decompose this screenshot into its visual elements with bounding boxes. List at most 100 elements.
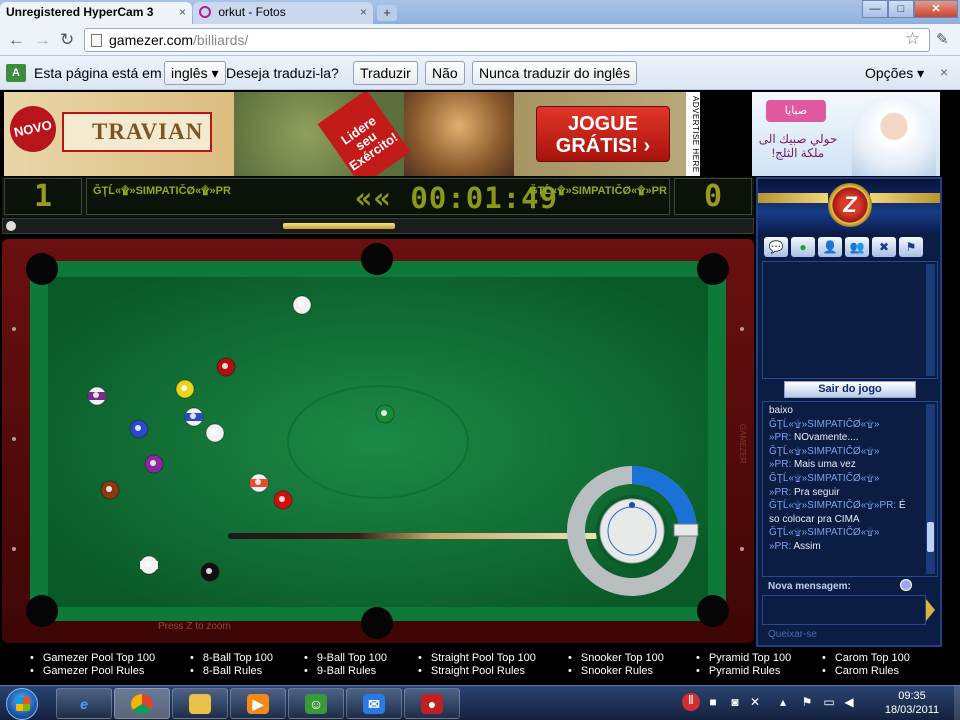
billiards-table[interactable]: GAMEZER Press Z to zoom xyxy=(2,239,754,643)
translate-button[interactable]: Traduzir xyxy=(353,61,418,85)
tools-icon[interactable]: ✖ xyxy=(872,237,896,257)
tab-close-icon[interactable]: × xyxy=(179,5,186,19)
rules-link[interactable]: Gamezer Pool Rules xyxy=(30,665,155,678)
chat-text: Assim xyxy=(793,540,821,552)
rules-link[interactable]: 9-Ball Rules xyxy=(304,665,387,678)
rules-link[interactable]: Carom Rules xyxy=(822,665,910,678)
tab-hypercam[interactable]: Unregistered HyperCam 3 × xyxy=(0,2,192,24)
chat-scroll-thumb[interactable] xyxy=(927,522,934,552)
hypercam-icon[interactable]: ● xyxy=(404,688,460,719)
chat-message: ĞŢĹ«۩»SIMPATIČØ«۩» xyxy=(769,526,925,540)
chrome-icon[interactable] xyxy=(114,688,170,719)
chat-text: baixo xyxy=(769,405,793,416)
forward-icon[interactable]: → xyxy=(34,30,51,50)
chat-nick[interactable]: »PR: xyxy=(769,432,794,443)
tab-close-icon[interactable]: × xyxy=(360,5,367,19)
chat-nick[interactable]: »PR: xyxy=(769,541,793,552)
top100-link[interactable]: Carom Top 100 xyxy=(822,652,910,665)
volume-icon[interactable]: ◀ xyxy=(842,695,856,709)
top100-link[interactable]: Gamezer Pool Top 100 xyxy=(30,652,155,665)
chat-icon[interactable]: 💬 xyxy=(764,237,788,257)
player-list-scrollbar[interactable] xyxy=(926,264,935,376)
flag-tray-icon[interactable]: ⚑ xyxy=(800,695,814,709)
explorer-icon[interactable] xyxy=(172,688,228,719)
flag-icon[interactable]: ⚑ xyxy=(899,237,923,257)
table-graphic[interactable]: GAMEZER Press Z to zoom xyxy=(2,239,754,643)
pocket-bottom-center xyxy=(361,607,393,639)
emoticon-icon[interactable] xyxy=(900,579,912,591)
tab-label: orkut - Fotos xyxy=(218,5,286,19)
new-message-input[interactable] xyxy=(762,595,926,625)
travian-logo: TRAVIAN xyxy=(62,112,212,152)
start-button[interactable] xyxy=(6,688,38,720)
page-content: Lidere seu Exército! NOVO TRAVIAN JOGUE … xyxy=(0,91,960,685)
rules-link[interactable]: Pyramid Rules xyxy=(696,665,791,678)
chat-nick[interactable]: »PR: xyxy=(769,459,794,470)
system-tray: Ⅱ ■ ◙ ✕ ▴ ⚑ ▭ ◀ xyxy=(676,689,856,717)
show-hidden-icon[interactable]: ▴ xyxy=(776,695,790,709)
record-pause-icon[interactable]: Ⅱ xyxy=(682,693,700,711)
chat-scrollbar[interactable] xyxy=(926,404,935,574)
show-desktop-button[interactable] xyxy=(954,686,960,720)
users-icon[interactable]: 👥 xyxy=(845,237,869,257)
top100-link[interactable]: 9-Ball Top 100 xyxy=(304,652,387,665)
monitor-icon[interactable]: ▭ xyxy=(822,695,836,709)
page-icon xyxy=(91,34,102,47)
tab-label: Unregistered HyperCam 3 xyxy=(6,5,154,19)
ball-purple xyxy=(144,454,164,474)
no-translate-button[interactable]: Não xyxy=(425,61,465,85)
minimize-button[interactable]: — xyxy=(862,0,888,18)
chat-log[interactable]: baixo ĞŢĹ«۩»SIMPATIČØ«۩» »PR: NOvamente...… xyxy=(762,401,938,577)
language-select[interactable]: inglês ▾ xyxy=(164,61,226,85)
user-icon[interactable]: 👤 xyxy=(818,237,842,257)
screen: Unregistered HyperCam 3 × orkut - Fotos … xyxy=(0,0,960,720)
report-link[interactable]: Queixar-se xyxy=(768,629,817,640)
advertise-here-label[interactable]: ADVERTISE HERE xyxy=(686,92,700,176)
back-icon[interactable]: ← xyxy=(8,30,25,50)
rules-link[interactable]: 8-Ball Rules xyxy=(190,665,273,678)
chat-nick[interactable]: ĞŢĹ«۩»SIMPATIČØ«۩» xyxy=(769,446,879,457)
bookmark-star-icon[interactable]: ☆ xyxy=(905,29,920,49)
record-stop-icon[interactable]: ■ xyxy=(706,695,720,709)
chat-nick[interactable]: ĞŢĹ«۩»SIMPATIČØ«۩»PR: xyxy=(769,500,899,511)
translate-close-icon[interactable]: × xyxy=(940,64,948,80)
chat-nick[interactable]: ĞŢĹ«۩»SIMPATIČØ«۩» xyxy=(769,473,879,484)
send-arrow-icon[interactable] xyxy=(926,599,935,621)
network-icon[interactable]: ✕ xyxy=(748,695,762,709)
side-ad[interactable]: صبايا حولي صبيك الى ملكة الثلج! xyxy=(752,92,940,176)
wrench-icon[interactable]: ✎ xyxy=(936,30,949,48)
top100-link[interactable]: Straight Pool Top 100 xyxy=(418,652,536,665)
never-translate-button[interactable]: Nunca traduzir do inglês xyxy=(472,61,637,85)
top100-link[interactable]: 8-Ball Top 100 xyxy=(190,652,273,665)
chat-nick[interactable]: »PR: xyxy=(769,487,794,498)
ball-icon[interactable]: ● xyxy=(791,237,815,257)
url-path: /billiards/ xyxy=(193,32,249,48)
player-list[interactable] xyxy=(762,261,938,379)
ball-blue xyxy=(129,419,149,439)
travian-ad[interactable]: Lidere seu Exército! NOVO TRAVIAN JOGUE … xyxy=(4,92,686,176)
rules-link[interactable]: Snooker Rules xyxy=(568,665,664,678)
leave-game-button[interactable]: Sair do jogo xyxy=(784,381,916,398)
ie-icon[interactable]: e xyxy=(56,688,112,719)
chat-nick[interactable]: ĞŢĹ«۩»SIMPATIČØ«۩» xyxy=(769,527,879,538)
address-bar[interactable]: gamezer.com/billiards/ xyxy=(84,28,930,52)
game-timer: «« 00:01:49 xyxy=(355,181,559,215)
score-left: 1 xyxy=(4,178,82,215)
windows-live-icon[interactable]: ✉ xyxy=(346,688,402,719)
top100-link[interactable]: Snooker Top 100 xyxy=(568,652,664,665)
rules-link[interactable]: Straight Pool Rules xyxy=(418,665,536,678)
link-column: 9-Ball Top 1009-Ball Rules xyxy=(304,652,387,678)
new-tab-button[interactable]: + xyxy=(377,5,397,21)
chat-nick[interactable]: ĞŢĹ«۩»SIMPATIČØ«۩» xyxy=(769,419,879,430)
media-player-icon[interactable]: ▶ xyxy=(230,688,286,719)
camera-icon[interactable]: ◙ xyxy=(728,695,742,709)
clock[interactable]: 09:35 18/03/2011 xyxy=(872,689,952,717)
play-free-button[interactable]: JOGUE GRÁTIS! › xyxy=(536,106,670,162)
messenger-icon[interactable]: ☺ xyxy=(288,688,344,719)
top100-link[interactable]: Pyramid Top 100 xyxy=(696,652,791,665)
maximize-button[interactable]: □ xyxy=(888,0,914,18)
reload-icon[interactable]: ↻ xyxy=(60,30,74,50)
options-menu[interactable]: Opções ▾ xyxy=(865,65,924,82)
tab-orkut[interactable]: orkut - Fotos × xyxy=(193,2,373,24)
close-window-button[interactable]: ✕ xyxy=(914,0,958,18)
